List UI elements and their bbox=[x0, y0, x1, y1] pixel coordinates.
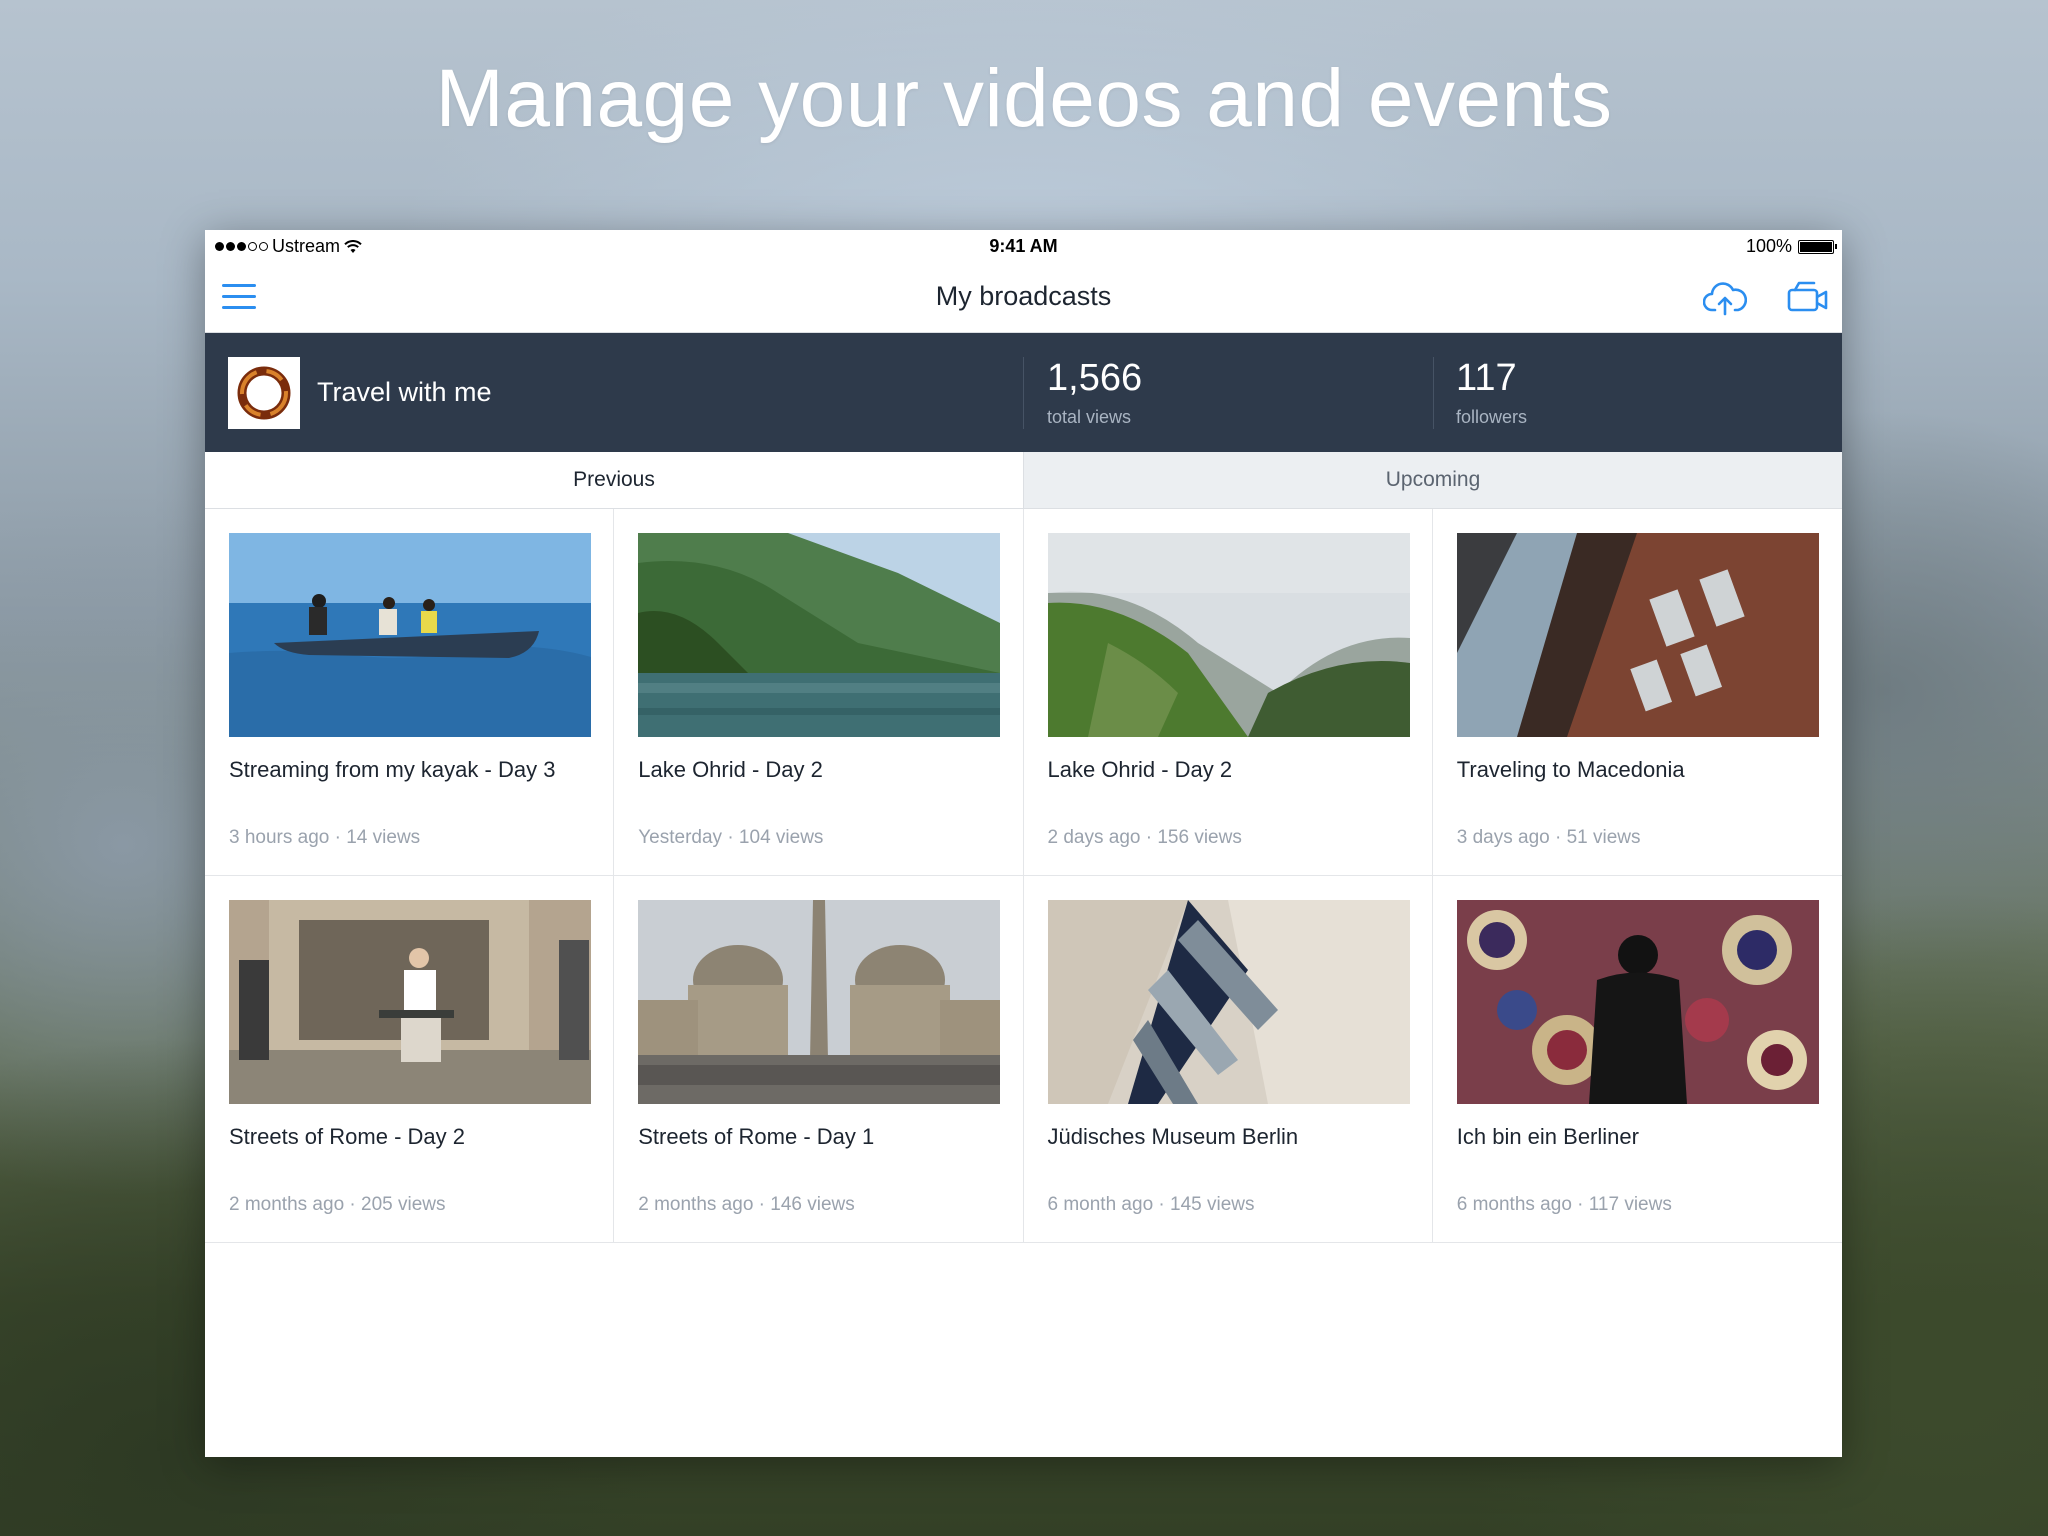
channel-name: Travel with me bbox=[317, 377, 492, 407]
tab-upcoming[interactable]: Upcoming bbox=[1023, 452, 1842, 508]
total-views-value: 1,566 bbox=[1047, 357, 1143, 399]
video-grid: Streaming from my kayak - Day 3 3 hours … bbox=[205, 509, 1842, 1243]
video-title: Jüdisches Museum Berlin bbox=[1047, 1124, 1299, 1149]
video-thumbnail bbox=[229, 533, 591, 737]
channel-header: Travel with me 1,566 total views 117 fol… bbox=[205, 333, 1842, 452]
stat-divider bbox=[1433, 357, 1434, 429]
video-meta: 6 months ago · 117 views bbox=[1456, 1194, 1672, 1215]
battery-info: 100% bbox=[1745, 236, 1837, 257]
video-meta: 2 months ago · 146 views bbox=[638, 1194, 855, 1215]
followers-label: followers bbox=[1456, 407, 1528, 427]
video-thumbnail bbox=[1047, 533, 1410, 737]
video-meta: 2 months ago · 205 views bbox=[229, 1194, 446, 1215]
battery-percent: 100% bbox=[1745, 236, 1792, 256]
video-title: Traveling to Macedonia bbox=[1456, 757, 1685, 782]
battery-icon bbox=[1798, 239, 1837, 254]
total-views-stat: 1,566 total views bbox=[1047, 357, 1142, 428]
followers-stat: 117 followers bbox=[1456, 357, 1527, 428]
broadcast-tabs: Previous Upcoming bbox=[205, 452, 1842, 509]
video-title: Streets of Rome - Day 2 bbox=[229, 1124, 465, 1149]
video-card[interactable]: Streets of Rome - Day 1 2 months ago · 1… bbox=[614, 876, 1024, 1243]
app-screen: Ustream 9:41 AM 100% My broadcasts Trave… bbox=[205, 230, 1842, 1457]
video-card[interactable]: Streets of Rome - Day 2 2 months ago · 2… bbox=[205, 876, 615, 1243]
video-card[interactable]: Streaming from my kayak - Day 3 3 hours … bbox=[205, 509, 615, 876]
video-title: Streets of Rome - Day 1 bbox=[638, 1124, 875, 1149]
video-card[interactable]: Lake Ohrid - Day 2 Yesterday · 104 views bbox=[614, 509, 1024, 876]
video-card[interactable]: Lake Ohrid - Day 2 2 days ago · 156 view… bbox=[1023, 509, 1433, 876]
status-bar: Ustream 9:41 AM 100% bbox=[205, 230, 1842, 260]
total-views-label: total views bbox=[1047, 407, 1132, 427]
channel-avatar[interactable] bbox=[228, 357, 300, 429]
video-title: Streaming from my kayak - Day 3 bbox=[229, 757, 556, 782]
tab-previous[interactable]: Previous bbox=[205, 452, 1023, 508]
navigation-bar: My broadcasts bbox=[205, 260, 1842, 333]
video-card[interactable]: Ich bin ein Berliner 6 months ago · 117 … bbox=[1432, 876, 1842, 1243]
video-thumbnail bbox=[229, 900, 591, 1104]
video-card[interactable]: Jüdisches Museum Berlin 6 month ago · 14… bbox=[1023, 876, 1433, 1243]
video-meta: 3 hours ago · 14 views bbox=[229, 827, 421, 848]
video-card[interactable]: Traveling to Macedonia 3 days ago · 51 v… bbox=[1432, 509, 1842, 876]
page-headline: Manage your videos and events bbox=[435, 53, 1613, 144]
video-meta: Yesterday · 104 views bbox=[638, 827, 824, 848]
video-title: Lake Ohrid - Day 2 bbox=[1047, 757, 1233, 782]
video-thumbnail bbox=[1456, 900, 1819, 1104]
video-meta: 2 days ago · 156 views bbox=[1047, 827, 1242, 848]
stat-divider bbox=[1023, 357, 1024, 429]
video-thumbnail bbox=[1047, 900, 1410, 1104]
video-meta: 6 month ago · 145 views bbox=[1047, 1194, 1255, 1215]
video-title: Lake Ohrid - Day 2 bbox=[638, 757, 823, 782]
video-meta: 3 days ago · 51 views bbox=[1456, 827, 1641, 848]
page-title: My broadcasts bbox=[935, 281, 1112, 311]
cloud-upload-icon[interactable] bbox=[1702, 278, 1748, 318]
followers-value: 117 bbox=[1456, 357, 1517, 399]
video-thumbnail bbox=[638, 900, 1001, 1104]
video-title: Ich bin ein Berliner bbox=[1456, 1124, 1639, 1149]
video-thumbnail bbox=[1456, 533, 1819, 737]
video-thumbnail bbox=[638, 533, 1001, 737]
video-camera-icon[interactable] bbox=[1786, 278, 1830, 318]
status-time: 9:41 AM bbox=[989, 236, 1058, 256]
